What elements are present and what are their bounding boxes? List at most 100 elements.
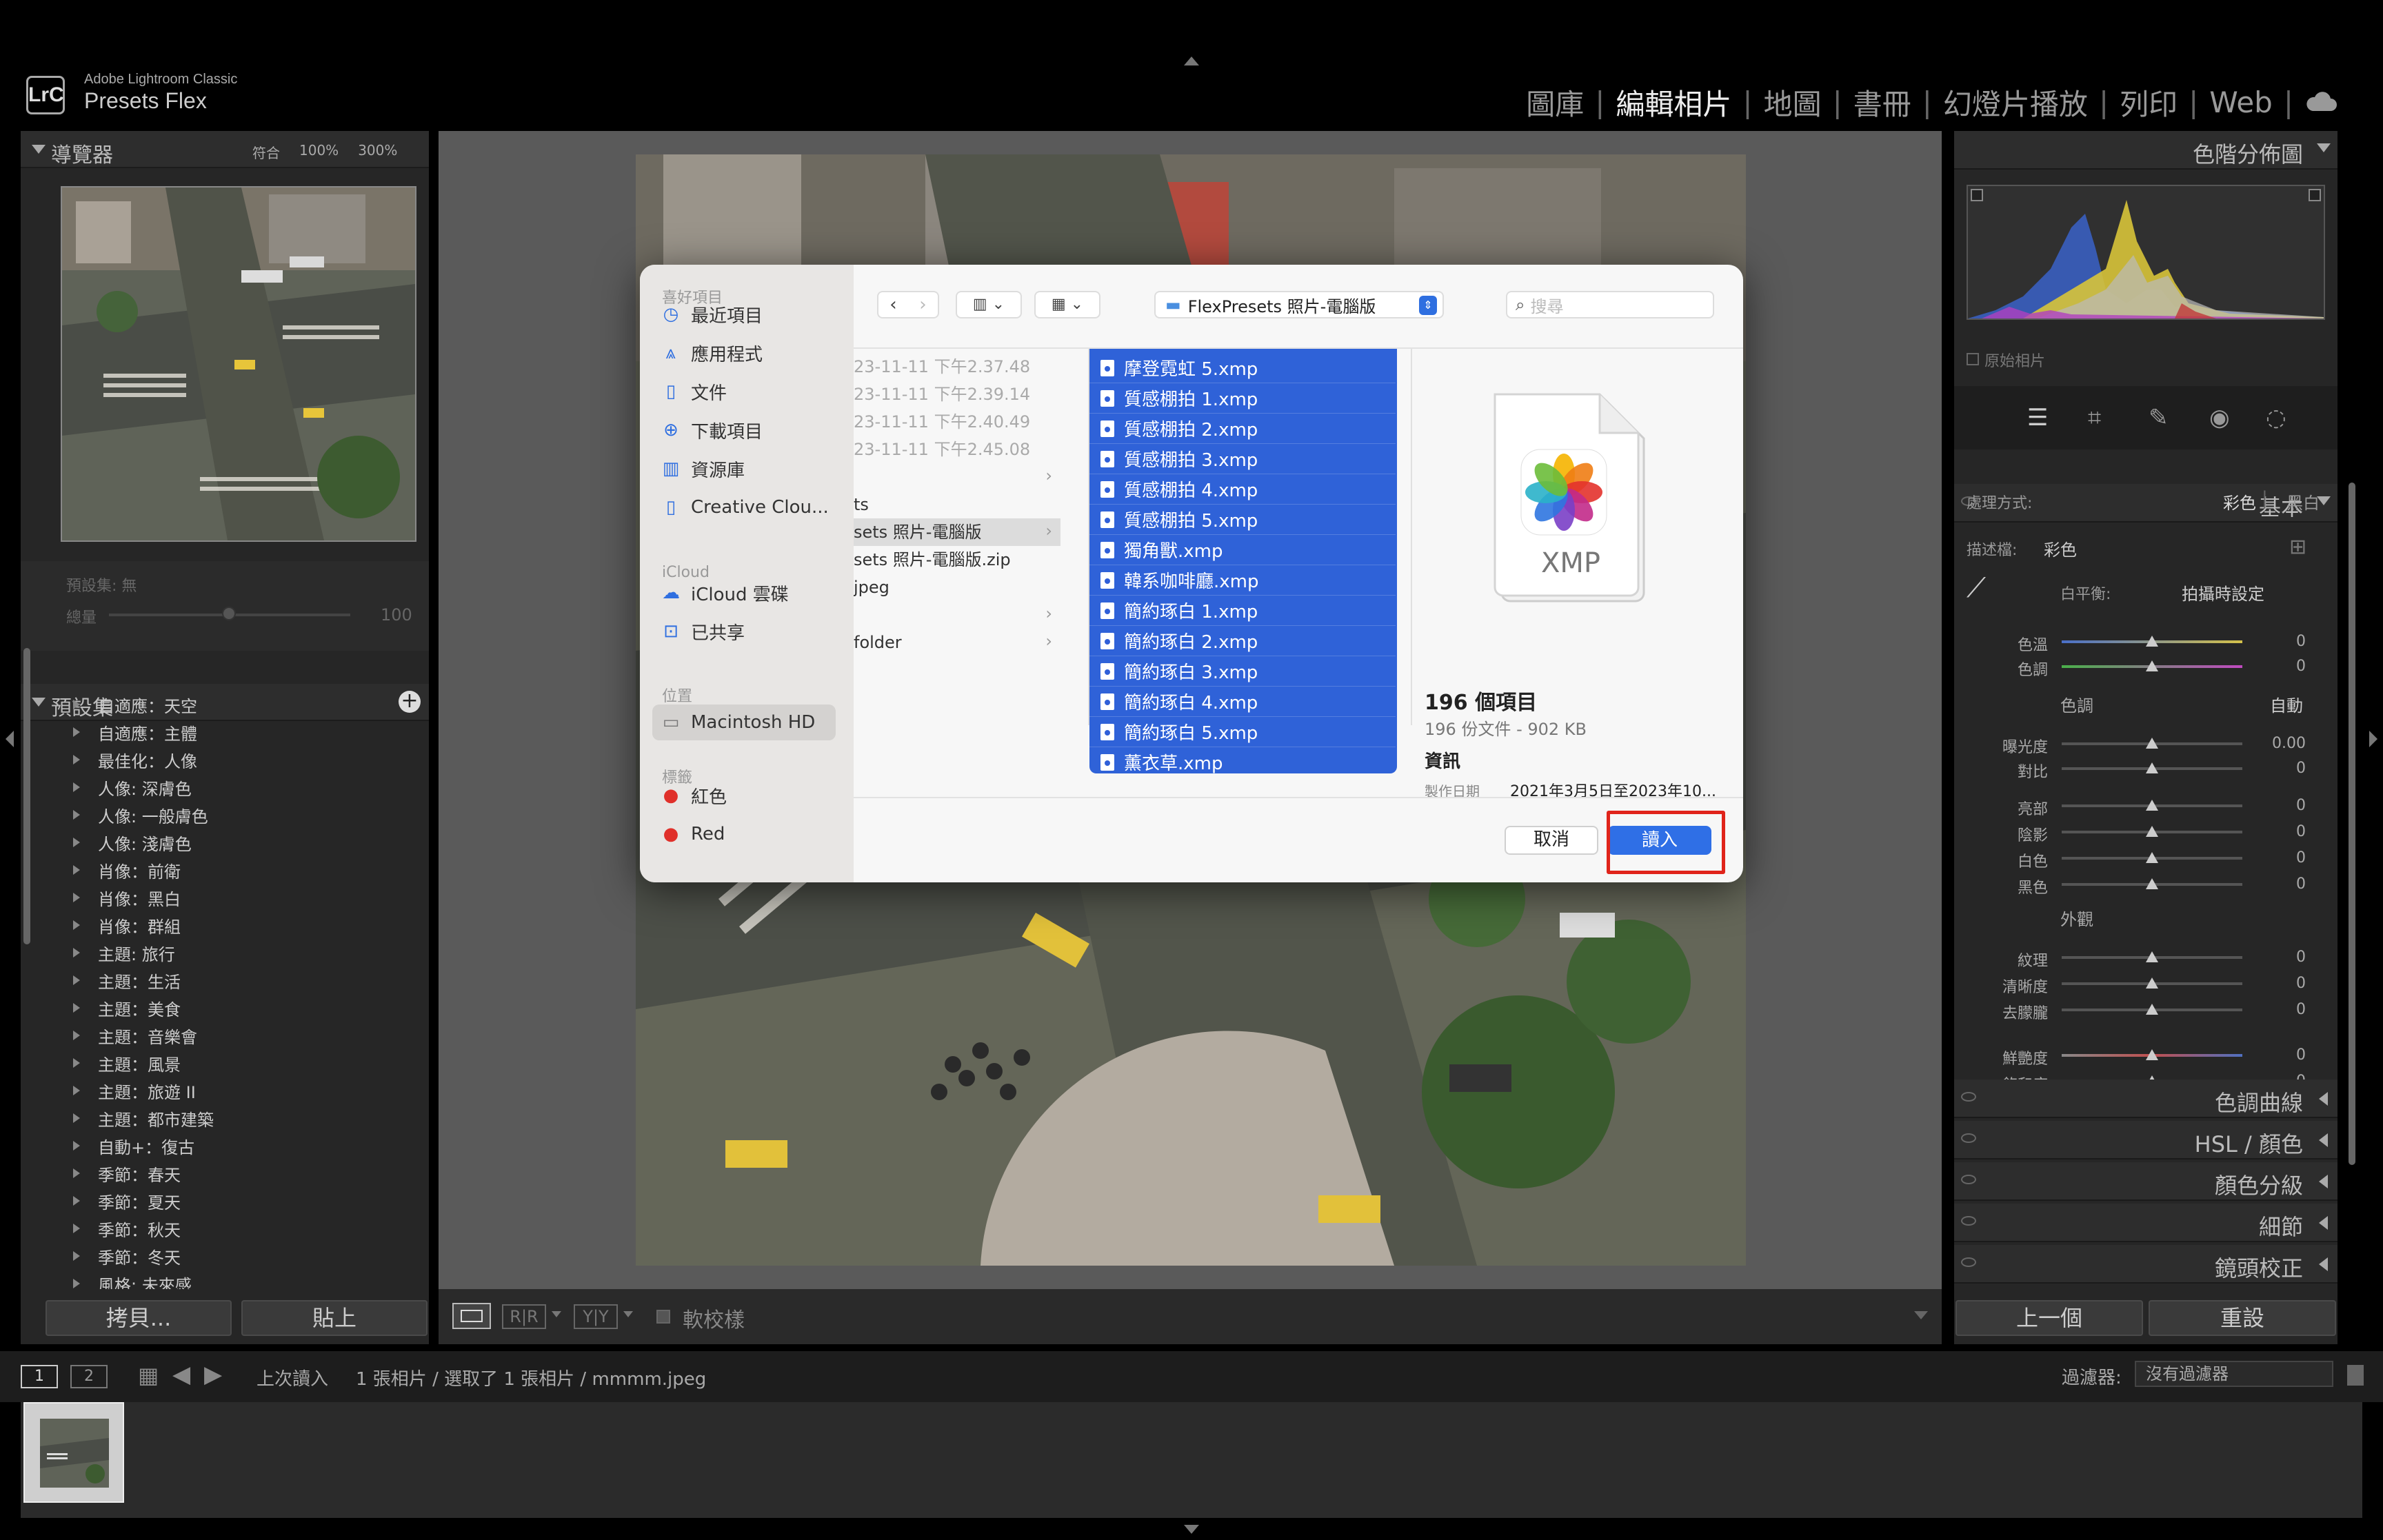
module-develop[interactable]: 編輯相片 <box>1611 81 1736 123</box>
main-window-button[interactable]: 1 <box>21 1365 58 1388</box>
slider-row[interactable]: 紋理 0 <box>1954 944 2337 970</box>
preset-group-item[interactable]: 風格: 未來感 <box>21 1270 429 1289</box>
sidebar-macintosh-hd[interactable]: ▭ Macintosh HD <box>662 709 816 736</box>
cloud-icon[interactable] <box>2300 85 2342 119</box>
forward-arrow-icon[interactable]: ▶ <box>204 1361 222 1388</box>
before-after-swap-icon[interactable]: Y|Y <box>574 1304 618 1329</box>
slider-row[interactable]: 去朦朧 0 <box>1954 997 2337 1022</box>
panel-header-1[interactable]: HSL / 顏色 <box>1954 1121 2337 1159</box>
sidebar-downloads[interactable]: ⊕ 下載項目 <box>662 416 763 444</box>
back-arrow-icon[interactable]: ◀ <box>172 1361 190 1388</box>
slider-value[interactable]: 0 <box>2296 949 2306 966</box>
slider-value[interactable]: 0 <box>2296 823 2306 840</box>
selected-file-row[interactable]: 簡約琢白 3.xmp <box>1089 656 1396 687</box>
slider-value[interactable]: 0 <box>2296 849 2306 867</box>
slider-row[interactable]: 色溫 0 <box>1954 629 2337 654</box>
parent-column-item[interactable]: 23-11-11 下午2.39.14 <box>854 381 1060 408</box>
zoom-fit[interactable]: 符合 <box>252 142 280 162</box>
slider-value[interactable]: 0 <box>2296 975 2306 992</box>
selected-file-row[interactable]: 簡約琢白 5.xmp <box>1089 717 1396 747</box>
preset-group-item[interactable]: 自適應：主體 <box>21 718 429 746</box>
right-scrollbar[interactable] <box>2349 483 2355 1165</box>
module-map[interactable]: 地圖 <box>1760 81 1826 123</box>
navigator-header[interactable]: 導覽器 符合 100% 300% <box>21 131 429 168</box>
slider-row[interactable]: 色調 0 <box>1954 654 2337 679</box>
amount-slider-knob[interactable] <box>222 607 236 620</box>
slider-row[interactable]: 對比 0 <box>1954 756 2337 781</box>
preset-group-item[interactable]: 自動+：復古 <box>21 1132 429 1159</box>
eye-icon[interactable] <box>1961 1257 1976 1267</box>
back-icon[interactable]: ‹ <box>878 292 908 317</box>
toolbar-menu-icon[interactable] <box>1914 1311 1928 1319</box>
slider-row[interactable]: 白色 0 <box>1954 845 2337 871</box>
sidebar-creative-cloud[interactable]: ▯ Creative Clou... <box>662 494 829 521</box>
preset-group-item[interactable]: 主題：都市建築 <box>21 1104 429 1132</box>
cancel-button[interactable]: 取消 <box>1505 826 1598 855</box>
selected-file-row[interactable]: 摩登霓虹 5.xmp <box>1089 353 1396 383</box>
selected-file-row[interactable]: 質感棚拍 2.xmp <box>1089 414 1396 444</box>
paste-button[interactable]: 貼上 <box>241 1300 428 1336</box>
preset-group-item[interactable]: 人像: 一般膚色 <box>21 801 429 829</box>
slider-value[interactable]: 0.00 <box>2272 735 2306 752</box>
sidebar-recents[interactable]: ◷ 最近項目 <box>662 301 763 328</box>
parent-column-item[interactable]: 23-11-11 下午2.45.08 <box>854 436 1060 463</box>
slider-value[interactable]: 0 <box>2296 633 2306 650</box>
parent-column-item[interactable]: sets 照片-電腦版 <box>854 518 1060 546</box>
sidebar-icloud-drive[interactable]: ☁ iCloud 雲碟 <box>662 579 789 607</box>
selected-file-row[interactable]: 簡約琢白 4.xmp <box>1089 687 1396 717</box>
slider-row[interactable]: 陰影 0 <box>1954 819 2337 844</box>
loupe-view-icon[interactable] <box>452 1303 491 1329</box>
parent-column-item[interactable]: ts <box>854 491 1060 518</box>
selected-file-row[interactable]: 薰衣草.xmp <box>1089 747 1396 773</box>
parent-column-item[interactable]: sets 照片-電腦版.zip <box>854 546 1060 574</box>
column-view-icon[interactable]: ▥ ⌄ <box>956 291 1022 318</box>
module-web[interactable]: Web <box>2205 85 2277 119</box>
selected-file-row[interactable]: 簡約琢白 1.xmp <box>1089 596 1396 626</box>
module-slideshow[interactable]: 幻燈片播放 <box>1939 81 2092 123</box>
slider-row[interactable]: 黑色 0 <box>1954 871 2337 897</box>
copy-button[interactable]: 拷貝... <box>46 1300 232 1336</box>
parent-column-item[interactable]: folder <box>854 629 1060 656</box>
bottom-panel-toggle-icon[interactable] <box>1184 1525 1199 1534</box>
sidebar-tag-red-zh[interactable]: ● 紅色 <box>662 782 727 809</box>
soft-proof-checkbox[interactable] <box>656 1310 670 1324</box>
forward-icon[interactable]: › <box>908 292 938 317</box>
selected-file-row[interactable]: 質感棚拍 3.xmp <box>1089 444 1396 474</box>
left-scrollbar[interactable] <box>23 648 30 944</box>
selected-file-row[interactable]: 質感棚拍 5.xmp <box>1089 505 1396 535</box>
parent-column-item[interactable]: 23-11-11 下午2.40.49 <box>854 408 1060 436</box>
parent-column-item[interactable] <box>854 601 1060 629</box>
preset-group-item[interactable]: 主題: 旅行 <box>21 939 429 966</box>
navigator-preview[interactable] <box>61 186 416 542</box>
slider-value[interactable]: 0 <box>2296 658 2306 675</box>
slider-knob[interactable] <box>2146 977 2158 989</box>
slider-knob[interactable] <box>2146 1049 2158 1060</box>
previous-button[interactable]: 上一個 <box>1955 1300 2143 1336</box>
slider-value[interactable]: 0 <box>2296 760 2306 777</box>
sidebar-applications[interactable]: ⩓ 應用程式 <box>662 339 763 367</box>
slider-row[interactable]: 亮部 0 <box>1954 793 2337 818</box>
filmstrip-thumbnail[interactable] <box>23 1402 124 1503</box>
preset-group-item[interactable]: 肖像：黑白 <box>21 884 429 911</box>
panel-header-0[interactable]: 色調曲線 <box>1954 1080 2337 1118</box>
slider-knob[interactable] <box>2146 852 2158 863</box>
sidebar-library[interactable]: ▥ 資源庫 <box>662 455 745 483</box>
top-panel-toggle-icon[interactable] <box>1184 57 1199 65</box>
preset-group-item[interactable]: 主題：旅遊 II <box>21 1077 429 1104</box>
secondary-window-button[interactable]: 2 <box>70 1365 108 1388</box>
filter-lock-icon[interactable] <box>2347 1365 2364 1386</box>
right-panel-toggle-icon[interactable] <box>2369 731 2377 747</box>
slider-knob[interactable] <box>2146 660 2158 671</box>
swap-dropdown-icon[interactable] <box>623 1311 633 1317</box>
slider-row[interactable]: 鮮艷度 0 <box>1954 1042 2337 1068</box>
panel-header-4[interactable]: 鏡頭校正 <box>1954 1245 2337 1284</box>
before-after-icon[interactable]: R|R <box>502 1304 546 1329</box>
slider-knob[interactable] <box>2146 636 2158 647</box>
preset-group-item[interactable]: 季節：秋天 <box>21 1215 429 1242</box>
slider-row[interactable]: 曝光度 0.00 <box>1954 731 2337 756</box>
selected-file-row[interactable]: 韓系咖啡廳.xmp <box>1089 565 1396 596</box>
preset-group-item[interactable]: 肖像：群組 <box>21 911 429 939</box>
sidebar-shared[interactable]: ⊡ 已共享 <box>662 618 745 645</box>
search-field[interactable]: ⌕ 搜尋 <box>1506 291 1714 318</box>
preset-group-item[interactable]: 主題：風景 <box>21 1049 429 1077</box>
